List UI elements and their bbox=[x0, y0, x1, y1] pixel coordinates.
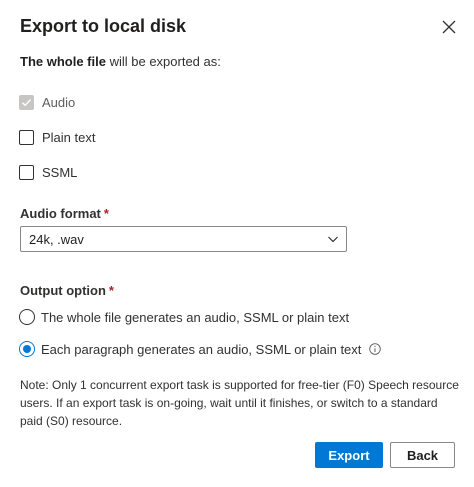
required-marker: * bbox=[103, 206, 109, 221]
checkbox-ssml-label: SSML bbox=[42, 164, 78, 180]
dialog-title: Export to local disk bbox=[20, 16, 187, 36]
radio-each-paragraph-label: Each paragraph generates an audio, SSML … bbox=[41, 341, 362, 357]
checkbox-audio-label: Audio bbox=[42, 94, 76, 110]
audio-format-dropdown[interactable]: 24k, .wav bbox=[20, 226, 347, 252]
export-description: The whole file will be exported as: bbox=[20, 53, 221, 71]
export-dialog: Export to local disk The whole file will… bbox=[0, 0, 474, 487]
export-button[interactable]: Export bbox=[315, 442, 383, 468]
info-icon[interactable] bbox=[369, 343, 382, 355]
radio-whole-file-label: The whole file generates an audio, SSML … bbox=[41, 309, 350, 325]
checkbox-ssml-box[interactable] bbox=[19, 164, 34, 180]
checkbox-plain-text-label: Plain text bbox=[42, 129, 96, 145]
output-option-label-text: Output option bbox=[20, 283, 106, 298]
checkbox-plain-text[interactable]: Plain text bbox=[19, 127, 95, 147]
audio-format-value: 24k, .wav bbox=[29, 231, 84, 247]
radio-whole-file[interactable]: The whole file generates an audio, SSML … bbox=[19, 306, 349, 328]
radio-whole-file-circle[interactable] bbox=[19, 309, 35, 325]
checkbox-plain-text-box[interactable] bbox=[19, 129, 34, 145]
radio-each-paragraph[interactable]: Each paragraph generates an audio, SSML … bbox=[19, 338, 382, 360]
required-marker: * bbox=[108, 283, 114, 298]
export-description-text: will be exported as: bbox=[105, 54, 221, 69]
export-note: Note: Only 1 concurrent export task is s… bbox=[20, 378, 459, 428]
audio-format-label-text: Audio format bbox=[20, 206, 101, 221]
checkbox-audio[interactable]: Audio bbox=[19, 92, 75, 112]
checkbox-ssml[interactable]: SSML bbox=[19, 162, 77, 182]
chevron-down-icon bbox=[328, 236, 338, 243]
close-icon bbox=[442, 20, 456, 34]
export-scope: The whole file bbox=[20, 54, 106, 69]
back-button[interactable]: Back bbox=[390, 442, 455, 468]
checkbox-audio-box[interactable] bbox=[19, 94, 34, 110]
audio-format-label: Audio format * bbox=[20, 206, 109, 221]
radio-each-paragraph-circle[interactable] bbox=[19, 341, 35, 357]
close-button[interactable] bbox=[438, 16, 460, 38]
checkmark-icon bbox=[22, 98, 32, 106]
output-option-label: Output option * bbox=[20, 283, 114, 298]
